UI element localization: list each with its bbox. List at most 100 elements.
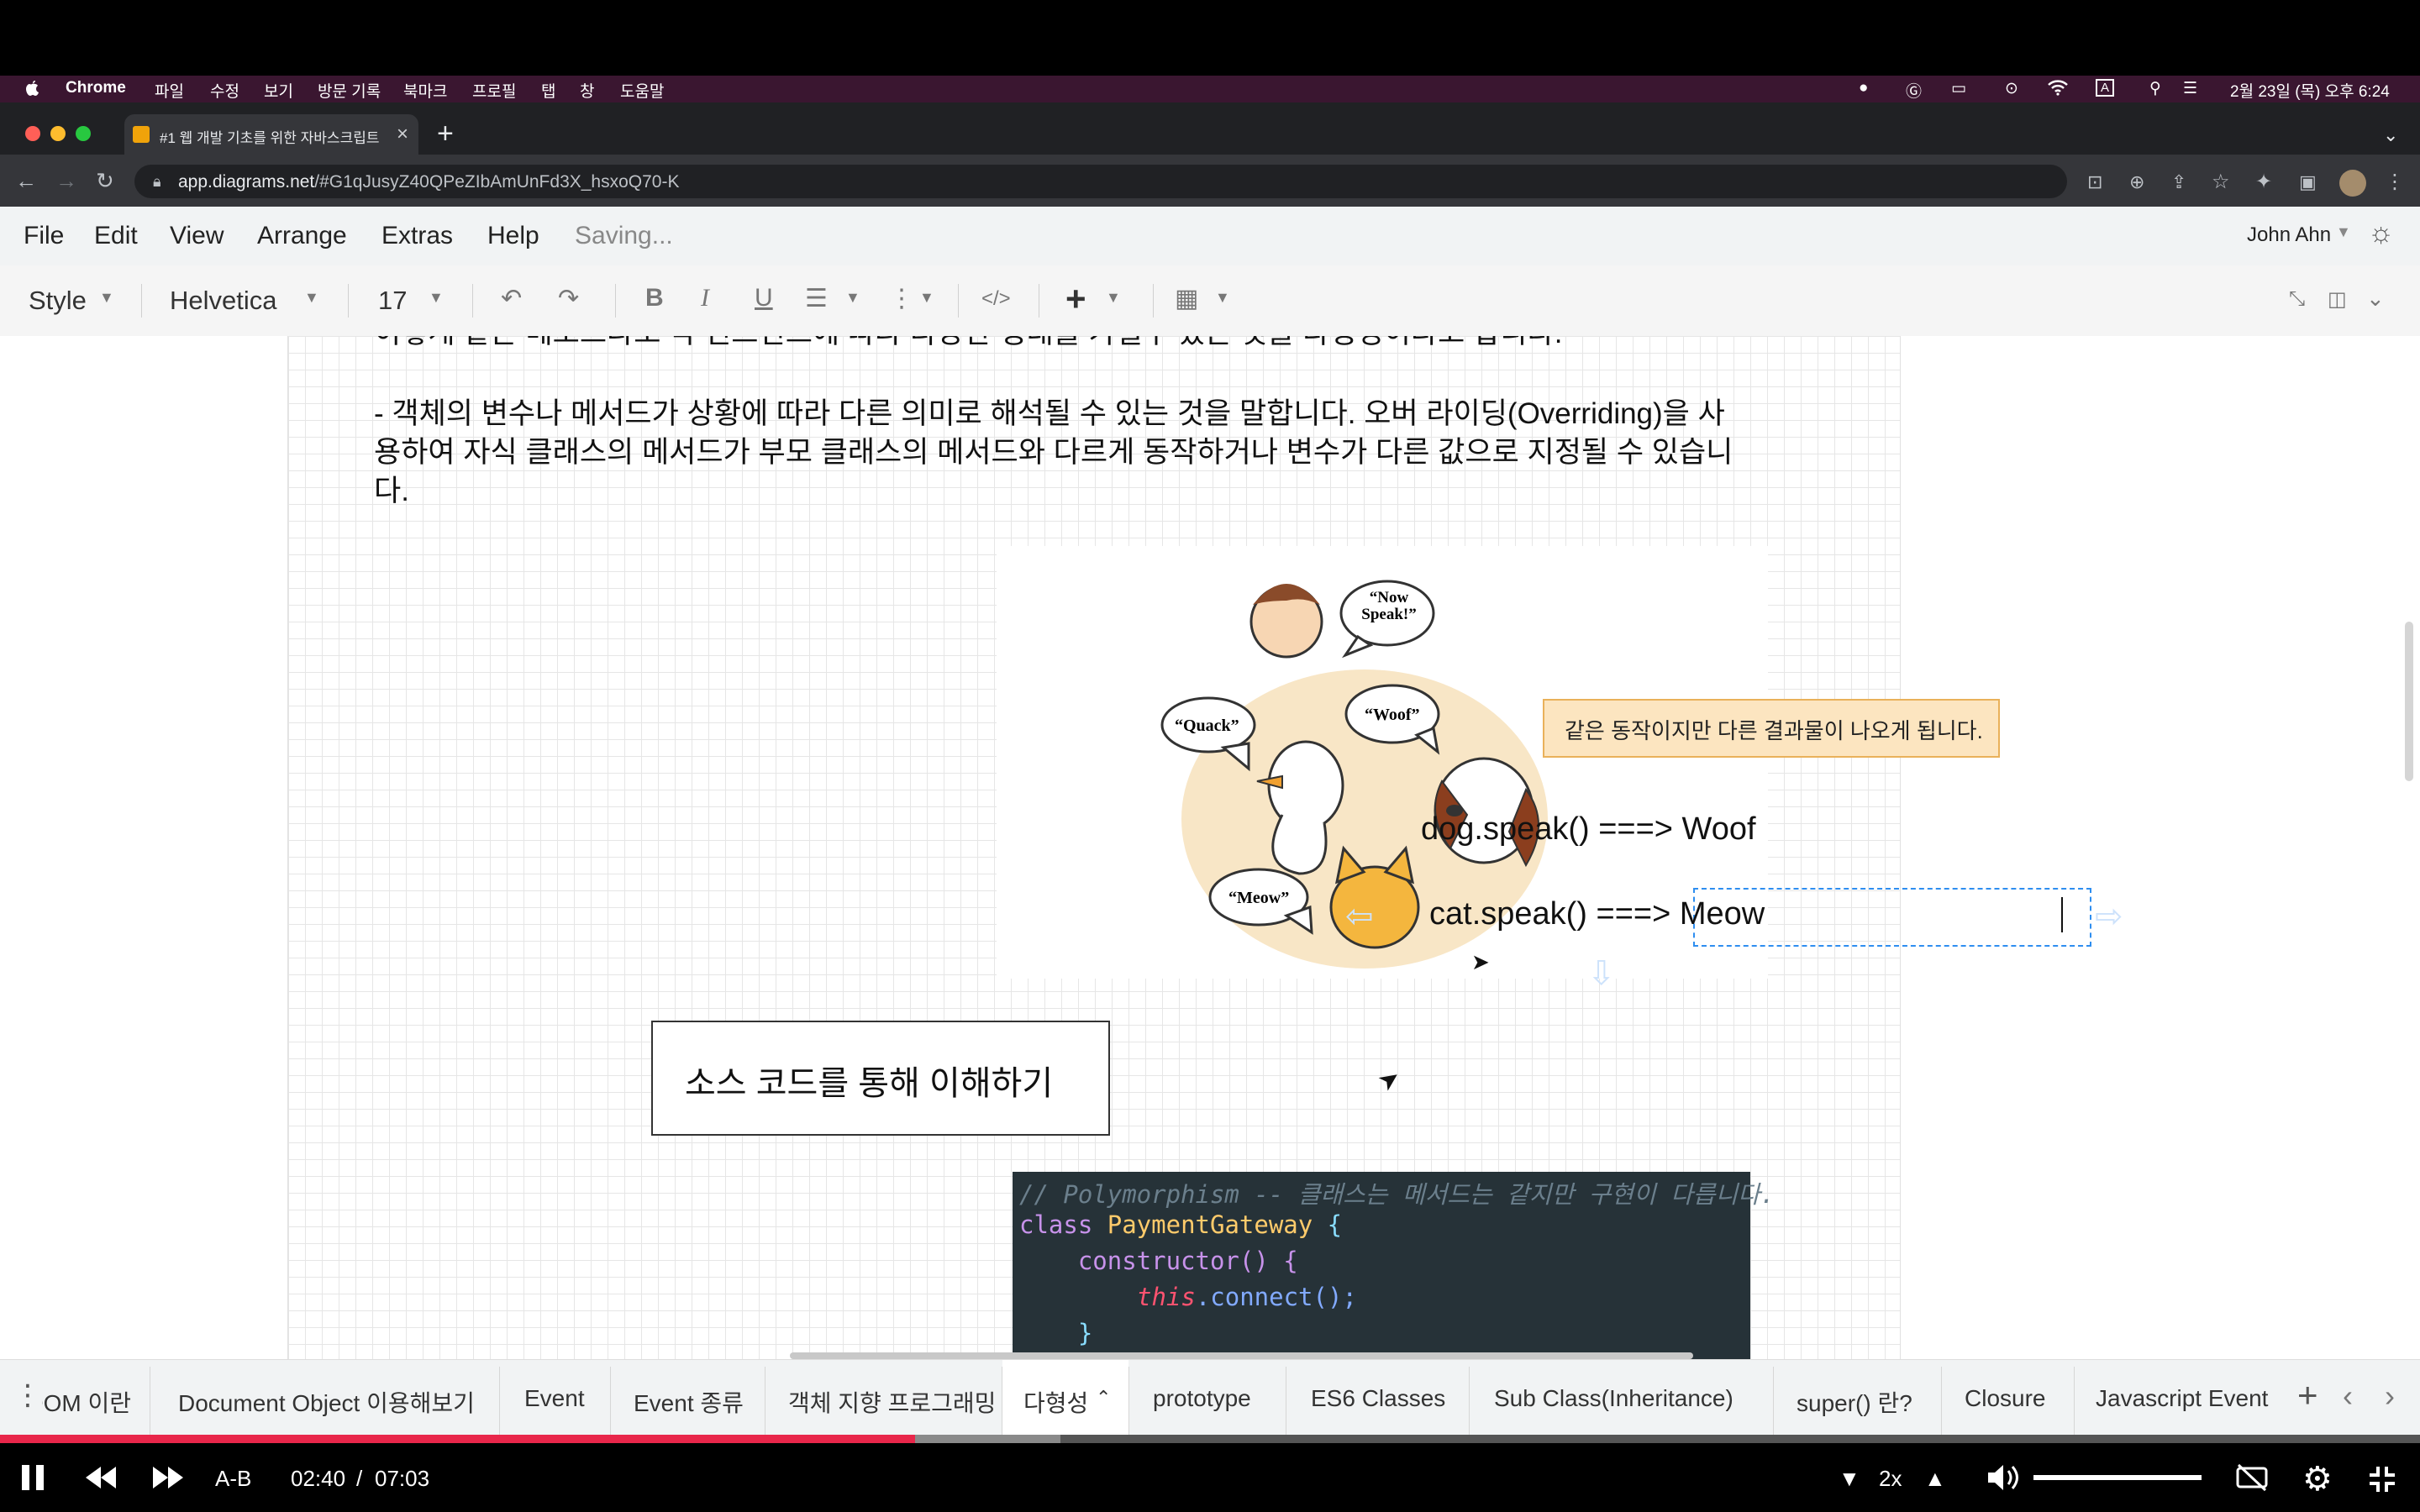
menu-edit[interactable]: 수정 [210,79,239,102]
page-tab-dom[interactable]: DOM 이란 [42,1385,131,1419]
connect-left-arrow-icon[interactable]: ⇦ [1345,897,1374,936]
page-tab-es6-classes[interactable]: ES6 Classes [1311,1385,1445,1412]
paragraph-cut-line[interactable]: 이렇게 같은 메소드라도 각 인스턴스에 따라 다양한 형태를 가질수 있는 것… [374,336,1562,353]
theme-sun-icon[interactable]: ☼ [2368,217,2394,249]
tab-close-icon[interactable]: × [397,123,408,146]
new-tab-plus-icon[interactable]: + [437,118,454,150]
tab-search-chevron-icon[interactable]: ⌄ [2383,124,2398,146]
redo-icon[interactable]: ↷ [558,284,579,313]
bold-icon[interactable]: B [645,284,664,312]
fast-forward-icon[interactable] [151,1465,185,1494]
dog-speak-text[interactable]: dog.speak() ===> Woof [1421,811,1756,848]
menu-profile[interactable]: 프로필 [472,79,516,102]
pages-menu-icon[interactable]: ⋮ [13,1378,42,1412]
connect-right-arrow-icon[interactable]: ⇨ [2095,897,2123,936]
font-size-chevron-icon[interactable]: ▼ [429,289,444,307]
menu-view[interactable]: 보기 [264,79,293,102]
volume-icon[interactable] [1986,1463,2020,1496]
collapse-icon[interactable]: ⤡ [2289,287,2305,311]
drawio-menu-edit[interactable]: Edit [94,222,138,250]
menubar-datetime[interactable]: 2월 23일 (목) 오후 6:24 [2230,79,2390,102]
chrome-menu-icon[interactable]: ⋮ [2385,170,2405,194]
share-icon[interactable]: ⇪ [2171,171,2186,193]
back-arrow-icon[interactable]: ← [15,168,37,194]
vertical-scrollbar[interactable] [2405,622,2413,781]
grammarly-icon[interactable]: Ⓖ [1906,79,1922,102]
align-icon[interactable]: ☰ [805,284,828,313]
drawio-menu-view[interactable]: View [170,222,224,250]
page-tab-prototype[interactable]: prototype [1153,1385,1251,1412]
insert-chevron-icon[interactable]: ▼ [1106,289,1121,307]
user-dropdown-icon[interactable]: ▼ [2336,223,2351,241]
undo-icon[interactable]: ↶ [501,284,522,313]
page-tab-closure[interactable]: Closure [1965,1385,2045,1412]
list-icon[interactable]: ⋮ [889,284,914,313]
address-bar[interactable]: 🔒︎ app.diagrams.net/#G1qJusyZ40QPeZIbAmU… [134,165,2067,198]
cat-speak-text[interactable]: cat.speak() ===> Meow [1429,896,1765,932]
page-tab-js-event[interactable]: Javascript Event [2096,1385,2268,1412]
install-app-icon[interactable]: ⊡ [2087,171,2102,193]
page-tab-chevron-icon[interactable]: ⌃ [1096,1387,1111,1409]
connect-down-arrow-icon[interactable]: ⇩ [1587,954,1616,993]
html-code-icon[interactable]: </> [981,287,1011,311]
table-grid-icon[interactable]: ▦ [1175,284,1198,313]
align-chevron-icon[interactable]: ▼ [845,289,860,307]
scroll-tabs-left-icon[interactable]: ‹ [2343,1378,2353,1414]
window-minimize-button[interactable] [50,126,66,141]
side-panel-icon[interactable]: ▣ [2299,171,2317,193]
callout-note[interactable]: 같은 동작이지만 다른 결과물이 나오게 됩니다. [1543,699,2000,758]
diagram-canvas[interactable]: 이렇게 같은 메소드라도 각 인스턴스에 따라 다양한 형태를 가질수 있는 것… [0,336,2420,1359]
italic-icon[interactable]: I [701,284,709,312]
table-chevron-icon[interactable]: ▼ [1215,289,1230,307]
page-tab-oop[interactable]: 객체 지향 프로그래밍 [788,1385,996,1419]
bookmark-star-icon[interactable]: ☆ [2212,170,2230,194]
captions-off-icon[interactable] [2235,1463,2269,1496]
menu-window[interactable]: 창 [580,79,594,102]
playback-speed[interactable]: 2x [1879,1466,1902,1492]
input-source-indicator[interactable]: A [2096,79,2115,97]
speed-up-icon[interactable]: ▲ [1924,1466,1946,1492]
wifi-icon[interactable] [2047,79,2069,101]
font-size-field[interactable]: 17 [378,286,407,316]
source-code-heading-box[interactable]: 소스 코드를 통해 이해하기 [651,1021,1110,1136]
style-chevron-icon[interactable]: ▼ [99,289,114,307]
control-center-icon[interactable]: ☰ [2183,79,2197,98]
menu-tab[interactable]: 탭 [541,79,555,102]
forward-arrow-icon[interactable]: → [55,168,77,194]
paragraph-line-2[interactable]: 용하여 자식 클래스의 메서드가 부모 클래스의 메서드와 다르게 동작하거나 … [374,433,1733,472]
font-dropdown[interactable]: Helvetica [170,286,277,316]
profile-avatar[interactable] [2339,170,2366,197]
add-page-plus-icon[interactable]: + [2297,1375,2318,1415]
battery-icon[interactable]: ▭ [1951,79,1966,98]
spotlight-search-icon[interactable]: ⚲ [2149,79,2161,98]
page-tab-event[interactable]: Event [524,1385,585,1412]
page-tab-polymorphism[interactable]: 다형성 [1023,1385,1088,1419]
paragraph-line-3[interactable]: 다. [374,472,409,511]
lock-icon[interactable]: 🔒︎ [153,173,161,191]
underline-icon[interactable]: U [755,284,773,312]
style-dropdown[interactable]: Style [29,286,87,316]
page-tab-document-object[interactable]: Document Object 이용해보기 [178,1385,475,1419]
menu-bookmarks[interactable]: 북마크 [403,79,447,102]
font-chevron-icon[interactable]: ▼ [304,289,319,307]
pause-icon[interactable] [18,1463,47,1496]
fullscreen-exit-icon[interactable] [2368,1465,2396,1498]
menu-help[interactable]: 도움말 [620,79,664,102]
format-panel-icon[interactable]: ◫ [2328,287,2347,312]
settings-gear-icon[interactable]: ⚙ [2302,1460,2333,1499]
drawio-menu-help[interactable]: Help [487,222,539,250]
drawio-menu-file[interactable]: File [24,222,64,250]
zoom-icon[interactable]: ⊕ [2129,171,2144,193]
reload-icon[interactable]: ↻ [96,168,114,194]
window-close-button[interactable] [25,126,40,141]
apple-icon[interactable] [24,79,40,102]
page-tab-super[interactable]: super() 란? [1797,1385,1912,1419]
browser-tab-active[interactable]: #1 웹 개발 기초를 위한 자바스크립트 × [124,114,418,155]
drawio-menu-extras[interactable]: Extras [381,222,453,250]
rewind-icon[interactable] [84,1465,118,1494]
page-tab-event-types[interactable]: Event 종류 [634,1385,744,1419]
drawio-menu-arrange[interactable]: Arrange [257,222,347,250]
play-circle-icon[interactable]: ⊙ [2005,79,2018,98]
record-icon[interactable]: ● [1859,79,1868,97]
scroll-tabs-right-icon[interactable]: › [2385,1378,2395,1414]
